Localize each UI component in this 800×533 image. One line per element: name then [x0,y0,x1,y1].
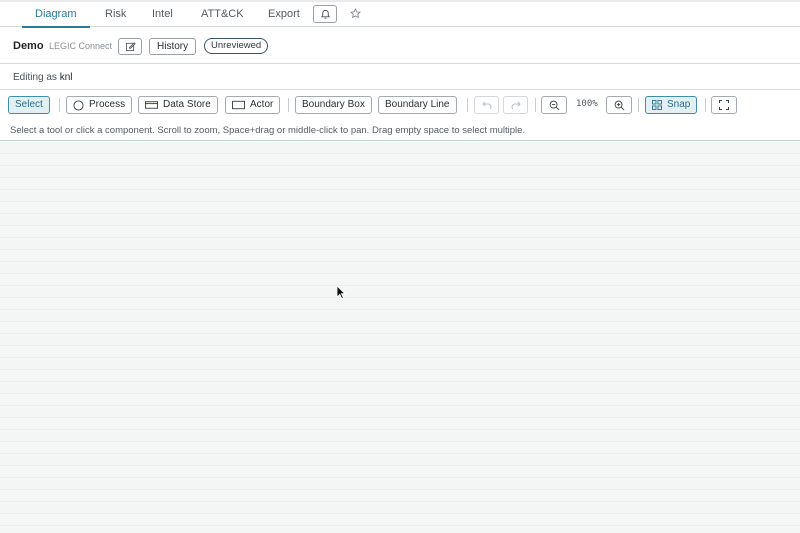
editing-user: knl [59,72,73,83]
toolbar-divider [467,98,468,112]
snap-toggle-button[interactable]: Snap [645,96,698,114]
boundary-line-tool-label: Boundary Line [385,99,450,110]
undo-icon [481,101,491,109]
editing-bar: Editing as knl [0,65,800,90]
zoom-in-icon [614,100,624,110]
zoom-level: 100% [576,99,598,109]
star-icon [349,7,361,18]
undo-button[interactable] [474,96,499,114]
top-tab-bar: Diagram Risk Intel ATT&CK Export [0,0,800,28]
editing-prefix: Editing as [13,72,57,83]
edit-icon [125,42,136,52]
toolbar-divider [59,98,60,112]
redo-button[interactable] [503,96,528,114]
data-store-icon [145,101,158,109]
process-tool-label: Process [89,99,126,110]
tab-export[interactable]: Export [255,2,313,27]
circle-icon [73,99,84,111]
boundary-box-tool-button[interactable]: Boundary Box [295,96,372,114]
data-store-tool-button[interactable]: Data Store [138,96,218,114]
history-button[interactable]: History [149,38,197,55]
tab-attack[interactable]: ATT&CK [188,2,257,27]
toolbar-divider [705,98,706,112]
diagram-header: Demo LEGIC Connect History Unreviewed [0,28,800,64]
notifications-button[interactable] [313,5,337,23]
actor-icon [232,100,245,110]
editing-info: Editing as knl [13,72,73,83]
actor-tool-label: Actor [250,99,274,110]
zoom-in-button[interactable] [606,96,632,114]
redo-icon [511,101,521,109]
toolbar-divider [638,98,639,112]
zoom-out-icon [549,100,559,110]
select-tool-label: Select [15,99,43,110]
diagram-canvas[interactable] [0,142,800,533]
diagram-title: Demo [13,40,44,52]
tab-intel[interactable]: Intel [139,2,186,27]
hint-text: Select a tool or click a component. Scro… [10,125,526,136]
status-badge: Unreviewed [204,38,269,54]
edit-title-button[interactable] [118,38,142,55]
snap-label: Snap [667,99,691,110]
data-store-tool-label: Data Store [163,99,211,110]
zoom-out-button[interactable] [541,96,567,114]
fullscreen-icon [719,100,729,110]
favorite-button[interactable] [348,5,362,21]
toolbar-divider [535,98,536,112]
tab-diagram[interactable]: Diagram [22,2,90,28]
process-tool-button[interactable]: Process [66,96,133,114]
boundary-box-tool-label: Boundary Box [302,99,365,110]
grid-icon [652,100,662,110]
actor-tool-button[interactable]: Actor [225,96,281,114]
mouse-cursor-icon [336,285,346,300]
hint-bar: Select a tool or click a component. Scro… [0,120,800,141]
fullscreen-button[interactable] [711,96,737,114]
diagram-toolbar: Select Process Data Store Actor Boundary… [0,91,800,120]
boundary-line-tool-button[interactable]: Boundary Line [378,96,457,114]
diagram-subtitle: LEGIC Connect [49,41,113,51]
toolbar-divider [288,98,289,112]
tab-risk[interactable]: Risk [92,2,139,27]
select-tool-button[interactable]: Select [8,96,50,114]
bell-icon [320,9,330,19]
